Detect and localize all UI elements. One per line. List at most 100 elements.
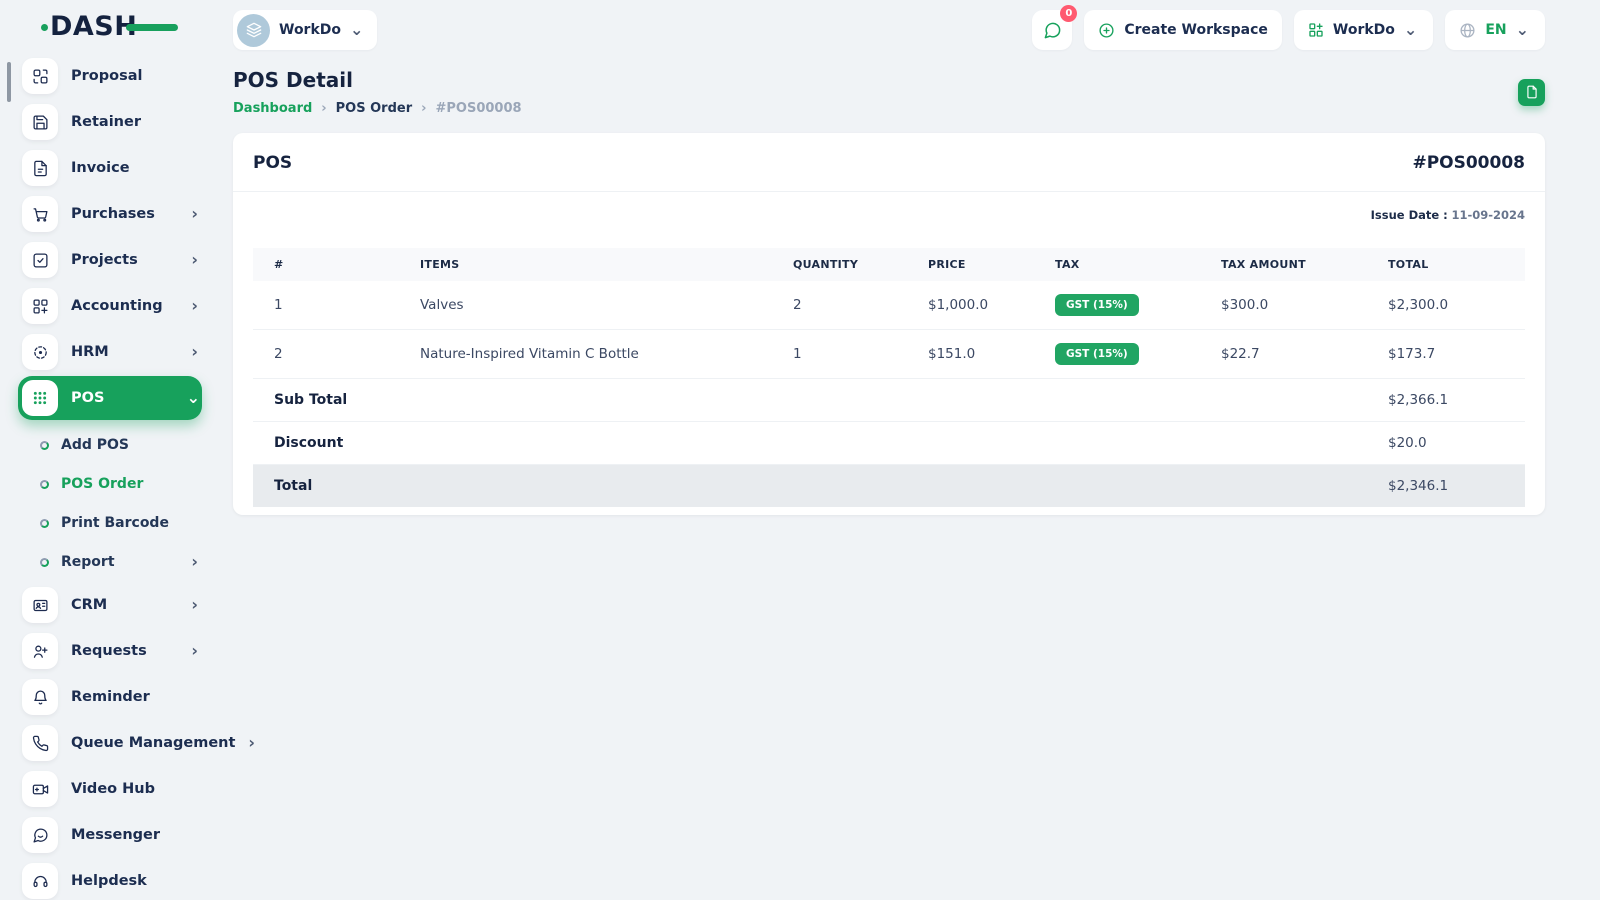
sidebar-subitem-label: Report	[61, 554, 115, 570]
sidebar-item-crm[interactable]: CRM ›	[22, 585, 200, 625]
page-title: POS Detail	[233, 68, 353, 92]
col-header-total: TOTAL	[1378, 248, 1525, 281]
sidebar-item-purchases[interactable]: Purchases ›	[22, 194, 200, 234]
sidebar-item-label: Messenger	[71, 827, 161, 843]
sidebar-item-helpdesk[interactable]: Helpdesk	[22, 861, 200, 900]
workspace-selector[interactable]: WorkDo ⌄	[233, 10, 378, 50]
pos-number: #POS00008	[1412, 153, 1525, 173]
sidebar-item-retainer[interactable]: Retainer	[22, 102, 200, 142]
export-document-button[interactable]	[1518, 78, 1545, 106]
sidebar-item-label: Video Hub	[71, 781, 155, 797]
card-header: POS #POS00008	[253, 153, 1525, 173]
sidebar-item-label: Requests	[71, 643, 147, 659]
breadcrumb-dashboard[interactable]: Dashboard	[233, 101, 312, 116]
subtotal-row: Sub Total $2,366.1	[253, 378, 1525, 422]
col-header-tax: TAX	[1045, 248, 1211, 281]
hrm-icon	[22, 334, 58, 370]
language-selector[interactable]: EN ⌄	[1445, 10, 1545, 50]
logo-text: DASH	[50, 10, 138, 42]
queue-icon	[22, 725, 58, 761]
sidebar-item-add-pos[interactable]: Add POS	[34, 428, 200, 462]
chevron-down-icon: ⌄	[186, 388, 200, 407]
sidebar-item-pos[interactable]: POS ⌄	[18, 376, 202, 420]
retainer-icon	[22, 104, 58, 140]
issue-date-label: Issue Date :	[1370, 208, 1448, 222]
cell-quantity: 1	[783, 329, 918, 379]
total-label: Total	[253, 464, 1378, 507]
reminder-icon	[22, 679, 58, 715]
sidebar-item-pos-order[interactable]: POS Order	[34, 467, 200, 501]
sidebar-item-requests[interactable]: Requests ›	[22, 631, 200, 671]
chevron-right-icon: ›	[421, 101, 427, 116]
sidebar-item-label: Projects	[71, 252, 138, 268]
bullet-icon	[40, 557, 49, 567]
issue-date-row: Issue Date : 11-09-2024	[253, 208, 1525, 222]
globe-icon	[1460, 22, 1475, 38]
bullet-icon	[40, 440, 49, 450]
crm-icon	[22, 587, 58, 623]
col-header-items: ITEMS	[410, 248, 783, 281]
total-row: Total $2,346.1	[253, 464, 1525, 507]
language-label: EN	[1485, 22, 1507, 38]
divider	[233, 191, 1545, 192]
sidebar-item-projects[interactable]: Projects ›	[22, 240, 200, 280]
sidebar-item-report[interactable]: Report ›	[34, 545, 200, 579]
grid-icon	[1309, 23, 1323, 37]
sidebar-item-label: Reminder	[71, 689, 150, 705]
app-logo[interactable]: DASH	[41, 0, 178, 52]
col-header-quantity: QUANTITY	[783, 248, 918, 281]
chevron-right-icon: ›	[191, 552, 198, 571]
sidebar-item-reminder[interactable]: Reminder	[22, 677, 200, 717]
requests-icon	[22, 633, 58, 669]
messages-count-badge: 0	[1060, 5, 1078, 22]
sidebar-item-hrm[interactable]: HRM ›	[22, 332, 200, 372]
chevron-down-icon: ⌄	[350, 20, 364, 39]
workspace-name: WorkDo	[279, 22, 342, 38]
breadcrumb-pos-order[interactable]: POS Order	[336, 101, 412, 116]
cell-tax: GST (15%)	[1045, 281, 1211, 330]
subtotal-label: Sub Total	[253, 378, 1378, 422]
sidebar-subitem-label: POS Order	[61, 476, 144, 492]
sidebar-item-print-barcode[interactable]: Print Barcode	[34, 506, 200, 540]
sidebar: DASH Proposal Retainer Invoice Purchases…	[0, 0, 255, 900]
helpdesk-icon	[22, 863, 58, 899]
workspace-menu-label: WorkDo	[1332, 22, 1395, 38]
topbar: WorkDo ⌄ 0 Create Workspace WorkDo ⌄ EN …	[233, 5, 1545, 52]
purchases-icon	[22, 196, 58, 232]
col-header-tax-amount: TAX AMOUNT	[1211, 248, 1378, 281]
accounting-icon	[22, 288, 58, 324]
sidebar-item-label: HRM	[71, 344, 109, 360]
cell-total: $173.7	[1378, 329, 1525, 379]
sidebar-item-proposal[interactable]: Proposal	[22, 56, 200, 96]
chevron-down-icon: ⌄	[1403, 20, 1418, 39]
sidebar-item-label: Proposal	[71, 68, 143, 84]
sidebar-item-accounting[interactable]: Accounting ›	[22, 286, 200, 326]
table-header-row: # ITEMS QUANTITY PRICE TAX TAX AMOUNT TO…	[253, 248, 1525, 281]
sidebar-item-queue-management[interactable]: Queue Management ›	[22, 723, 255, 763]
issue-date-value: 11-09-2024	[1451, 208, 1525, 222]
cell-tax: GST (15%)	[1045, 329, 1211, 379]
page-header: POS Detail Dashboard › POS Order › #POS0…	[233, 68, 1545, 116]
cell-quantity: 2	[783, 281, 918, 330]
create-workspace-label: Create Workspace	[1124, 22, 1268, 38]
sidebar-item-messenger[interactable]: Messenger	[22, 815, 200, 855]
tax-badge: GST (15%)	[1055, 343, 1139, 365]
cell-total: $2,300.0	[1378, 281, 1525, 330]
sidebar-item-label: POS	[71, 390, 105, 406]
sidebar-item-label: Invoice	[71, 160, 130, 176]
sidebar-item-label: CRM	[71, 597, 108, 613]
total-value: $2,346.1	[1378, 464, 1525, 507]
table-row: 2 Nature-Inspired Vitamin C Bottle 1 $15…	[253, 329, 1525, 379]
messages-button[interactable]: 0	[1032, 5, 1078, 50]
cell-tax-amount: $300.0	[1211, 281, 1378, 330]
col-header-price: PRICE	[918, 248, 1045, 281]
create-workspace-button[interactable]: Create Workspace	[1084, 10, 1282, 50]
proposal-icon	[22, 58, 58, 94]
video-icon	[22, 771, 58, 807]
cell-item: Nature-Inspired Vitamin C Bottle	[410, 329, 783, 379]
sidebar-scrollbar[interactable]	[7, 62, 11, 102]
sidebar-item-video-hub[interactable]: Video Hub	[22, 769, 200, 809]
sidebar-item-invoice[interactable]: Invoice	[22, 148, 200, 188]
workspace-menu-button[interactable]: WorkDo ⌄	[1293, 10, 1434, 50]
projects-icon	[22, 242, 58, 278]
